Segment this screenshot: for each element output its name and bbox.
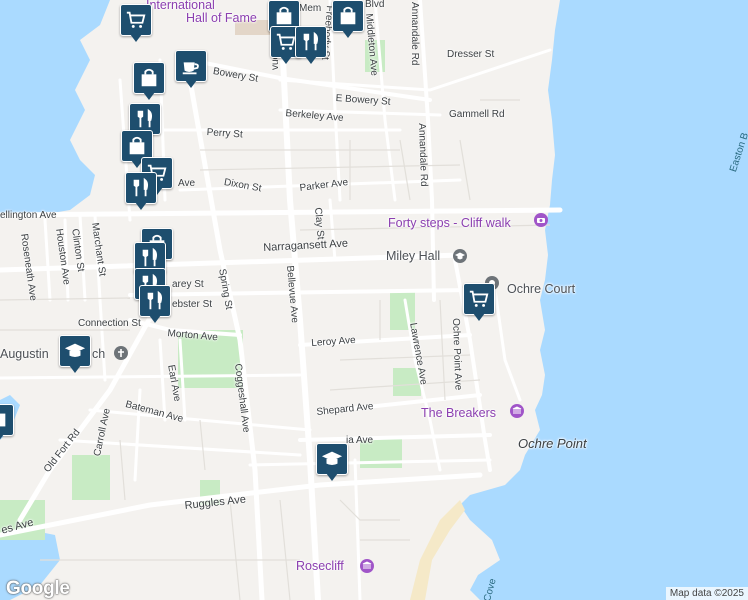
shopping-bag-icon: [129, 136, 145, 155]
annandale-rd-top-label: Annandale Rd: [409, 2, 420, 66]
shopping-cart-marker-ochre[interactable]: [463, 283, 495, 323]
fork-knife-icon: [303, 31, 319, 51]
school-marker-1[interactable]: [59, 335, 91, 375]
shopping-bag-marker-2[interactable]: [133, 62, 165, 102]
edge-marker[interactable]: [0, 404, 14, 444]
memorial-blvd-label-2: Blvd: [365, 0, 385, 10]
wellington-ave-label: ellington Ave: [0, 210, 57, 221]
restaurant-marker-6[interactable]: [139, 285, 171, 325]
map-canvas[interactable]: Mem Blvd Annandale Rd Dresser St Gammell…: [0, 0, 748, 600]
park-4: [72, 455, 110, 500]
ave-stub-label: Ave: [178, 178, 196, 189]
gammell-rd-label: Gammell Rd: [449, 109, 505, 120]
memorial-blvd-label: Mem: [299, 3, 322, 14]
augustin-label[interactable]: Augustin: [0, 347, 49, 361]
dresser-st-label: Dresser St: [447, 49, 495, 60]
harbor-water: [0, 0, 110, 218]
hall-of-fame-label-2: Hall of Fame: [186, 11, 257, 25]
fork-knife-icon: [133, 177, 149, 197]
fork-knife-icon: [137, 108, 153, 128]
ochre-court-label[interactable]: Ochre Court: [507, 282, 575, 296]
map-base-layer: [0, 0, 748, 600]
church-icon[interactable]: [114, 346, 128, 360]
augustin-suffix-label: ch: [92, 347, 106, 361]
school-icon[interactable]: [453, 249, 467, 263]
shopping-cart-icon: [126, 11, 146, 28]
shopping-bag-marker-top[interactable]: [332, 0, 364, 40]
shopping-cart-marker-1[interactable]: [120, 4, 152, 44]
camera-icon[interactable]: [534, 213, 548, 227]
coffee-cup-icon: [182, 62, 199, 75]
shopping-cart-icon: [276, 33, 296, 50]
forty-steps-label[interactable]: Forty steps - Cliff walk: [388, 216, 511, 230]
carey-st-label: arey St: [172, 279, 204, 290]
shopping-cart-icon: [469, 290, 489, 307]
victoria-ave-label: ia Ave: [346, 435, 374, 446]
fork-knife-icon: [147, 290, 163, 310]
connection-st-label: Connection St: [78, 318, 141, 329]
miley-hall-label[interactable]: Miley Hall: [386, 249, 440, 263]
shopping-bag-icon: [340, 6, 356, 25]
museum-icon-rosecliff[interactable]: [360, 559, 374, 573]
fork-knife-icon: [142, 247, 158, 267]
shopping-bag-icon: [141, 68, 157, 87]
graduation-cap-icon: [64, 343, 86, 357]
museum-icon[interactable]: [510, 404, 524, 418]
marker-icon: [0, 413, 6, 427]
restaurant-marker-3[interactable]: [125, 172, 157, 212]
map-attribution[interactable]: Map data ©2025: [665, 587, 748, 600]
shopping-bag-icon: [276, 6, 292, 25]
graduation-cap-icon: [321, 451, 343, 465]
rosecliff-label[interactable]: Rosecliff: [296, 559, 344, 573]
annandale-rd-mid-label: Annandale Rd: [416, 123, 430, 187]
school-marker-2[interactable]: [316, 443, 348, 483]
ocean-water: [460, 0, 748, 600]
webster-st-label: ebster St: [172, 299, 213, 310]
google-logo: Google: [6, 578, 70, 599]
restaurant-marker-1[interactable]: [295, 26, 327, 66]
coffee-marker[interactable]: [175, 50, 207, 90]
ochre-point-label: Ochre Point: [518, 436, 587, 451]
the-breakers-label[interactable]: The Breakers: [421, 406, 496, 420]
